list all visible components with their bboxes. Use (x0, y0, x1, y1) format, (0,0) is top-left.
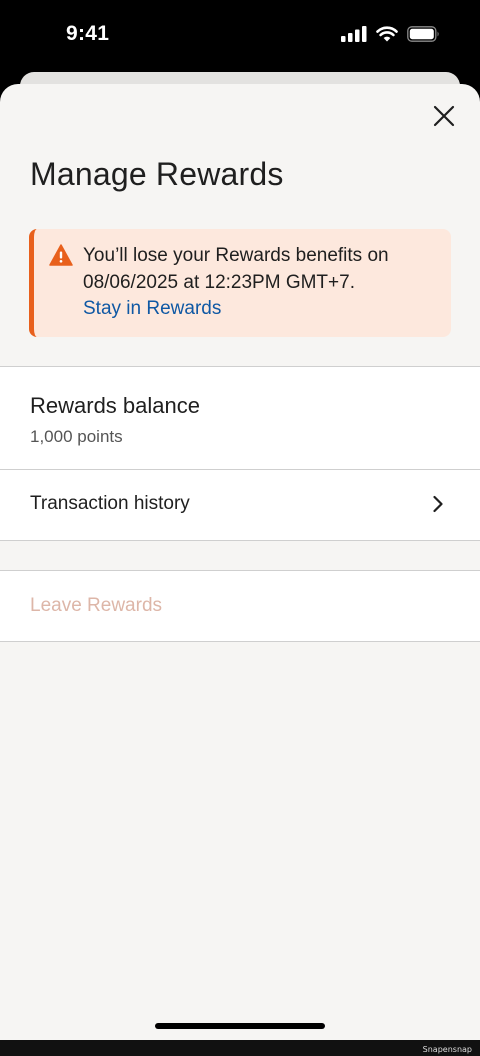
cellular-signal-icon (341, 26, 367, 42)
stay-in-rewards-link[interactable]: Stay in Rewards (83, 298, 221, 320)
footer-strip (0, 1040, 480, 1056)
rewards-balance-section: Rewards balance 1,000 points (0, 367, 480, 469)
alert-message: You’ll lose your Rewards benefits on 08/… (83, 245, 389, 293)
divider (0, 540, 480, 541)
page-title: Manage Rewards (30, 156, 284, 192)
warning-icon (49, 244, 73, 271)
battery-icon (407, 26, 440, 42)
leave-rewards-button[interactable]: Leave Rewards (30, 595, 162, 617)
wifi-icon (376, 26, 398, 42)
home-indicator (155, 1023, 325, 1029)
status-icons (341, 26, 440, 42)
transaction-history-label: Transaction history (30, 493, 190, 514)
expiry-alert: You’ll lose your Rewards benefits on 08/… (29, 229, 451, 337)
close-button[interactable] (426, 100, 462, 136)
transaction-history-row[interactable]: Transaction history (0, 470, 480, 540)
status-bar: 9:41 (0, 0, 480, 72)
rewards-balance-title: Rewards balance (30, 393, 200, 418)
rewards-balance-value: 1,000 points (30, 427, 123, 446)
status-time: 9:41 (66, 22, 110, 45)
manage-rewards-sheet: Manage Rewards You’ll lose your Rewards … (0, 84, 480, 1040)
leave-rewards-row[interactable]: Leave Rewards (0, 571, 480, 641)
watermark: Snapensnap (422, 1045, 472, 1054)
chevron-right-icon (432, 495, 444, 518)
divider (0, 641, 480, 642)
close-icon (432, 104, 456, 133)
